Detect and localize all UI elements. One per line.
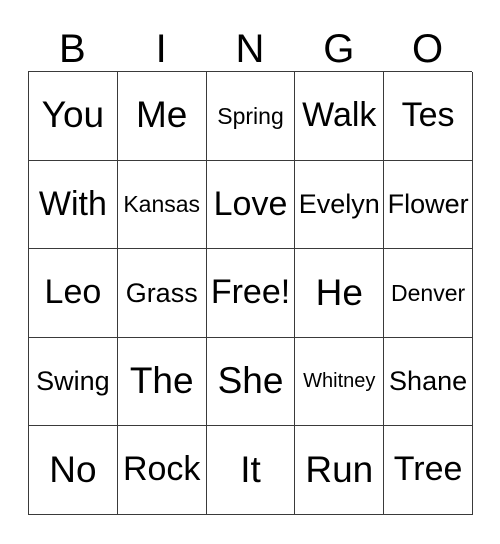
- bingo-row: You Me Spring Walk Tes: [29, 72, 473, 161]
- bingo-cell-n4[interactable]: She: [206, 337, 296, 427]
- bingo-cell-label: It: [240, 448, 261, 490]
- bingo-header-row: B I N G O: [28, 12, 472, 71]
- bingo-cell-b4[interactable]: Swing: [29, 337, 118, 427]
- bingo-cell-g5[interactable]: Run: [295, 426, 385, 515]
- bingo-cell-label: Rock: [122, 450, 201, 489]
- bingo-cell-o1[interactable]: Tes: [384, 72, 473, 161]
- bingo-cell-label: Leo: [44, 273, 102, 312]
- bingo-cell-o4[interactable]: Shane: [384, 337, 473, 427]
- bingo-cell-label: Walk: [302, 95, 377, 134]
- bingo-cell-i3[interactable]: Grass: [117, 249, 207, 338]
- bingo-cell-label: Tree: [393, 450, 463, 489]
- bingo-header-letter-b: B: [59, 27, 86, 71]
- bingo-cell-label: Tes: [401, 95, 455, 134]
- bingo-cell-label: He: [315, 271, 363, 313]
- bingo-cell-i4[interactable]: The: [117, 337, 207, 427]
- bingo-cell-o5[interactable]: Tree: [384, 426, 473, 515]
- bingo-row: No Rock It Run Tree: [29, 426, 473, 515]
- bingo-row: Leo Grass Free! He Denver: [29, 249, 473, 338]
- bingo-free-space-label: Free!: [210, 273, 291, 312]
- bingo-cell-label: Evelyn: [298, 189, 380, 220]
- bingo-header-letter-o: O: [412, 27, 444, 71]
- bingo-cell-n2[interactable]: Love: [206, 160, 296, 250]
- bingo-cell-label: Love: [213, 184, 288, 223]
- bingo-cell-g3[interactable]: He: [295, 249, 385, 338]
- bingo-header-letter-n: N: [235, 27, 265, 71]
- bingo-cell-b2[interactable]: With: [29, 160, 118, 250]
- bingo-cell-label: With: [38, 184, 107, 223]
- bingo-cell-label: You: [41, 94, 105, 136]
- bingo-cell-label: Grass: [125, 277, 198, 308]
- bingo-cell-label: Flower: [387, 189, 469, 220]
- bingo-cell-n5[interactable]: It: [206, 426, 296, 515]
- bingo-cell-label: Me: [135, 94, 188, 136]
- bingo-cell-g4[interactable]: Whitney: [295, 337, 385, 427]
- bingo-cell-free-space[interactable]: Free!: [206, 249, 296, 338]
- bingo-cell-b3[interactable]: Leo: [29, 249, 118, 338]
- bingo-cell-i1[interactable]: Me: [117, 72, 207, 161]
- bingo-cell-label: Shane: [389, 366, 468, 397]
- bingo-header-letter-i: I: [155, 27, 167, 71]
- bingo-cell-label: No: [49, 448, 97, 490]
- bingo-cell-label: The: [129, 360, 194, 402]
- bingo-cell-i2[interactable]: Kansas: [117, 160, 207, 250]
- bingo-cell-label: Run: [305, 448, 374, 490]
- bingo-cell-g2[interactable]: Evelyn: [295, 160, 385, 250]
- bingo-row: Swing The She Whitney Shane: [29, 337, 473, 427]
- bingo-cell-g1[interactable]: Walk: [295, 72, 385, 161]
- bingo-cell-label: Denver: [391, 279, 466, 306]
- bingo-cell-label: Swing: [36, 366, 110, 397]
- bingo-header-letter-g: G: [323, 27, 355, 71]
- bingo-cell-label: Whitney: [303, 370, 376, 393]
- bingo-cell-o3[interactable]: Denver: [384, 249, 473, 338]
- bingo-grid: You Me Spring Walk Tes With Kansas Love …: [28, 71, 473, 515]
- bingo-cell-o2[interactable]: Flower: [384, 160, 473, 250]
- bingo-cell-label: Spring: [217, 102, 284, 129]
- bingo-card: B I N G O You Me Spring Walk Tes With Ka…: [28, 12, 473, 515]
- bingo-row: With Kansas Love Evelyn Flower: [29, 160, 473, 250]
- bingo-cell-n1[interactable]: Spring: [206, 72, 296, 161]
- bingo-cell-b1[interactable]: You: [29, 72, 118, 161]
- bingo-cell-b5[interactable]: No: [29, 426, 118, 515]
- bingo-cell-label: Kansas: [123, 191, 201, 218]
- bingo-cell-label: She: [217, 360, 284, 402]
- bingo-cell-i5[interactable]: Rock: [117, 426, 207, 515]
